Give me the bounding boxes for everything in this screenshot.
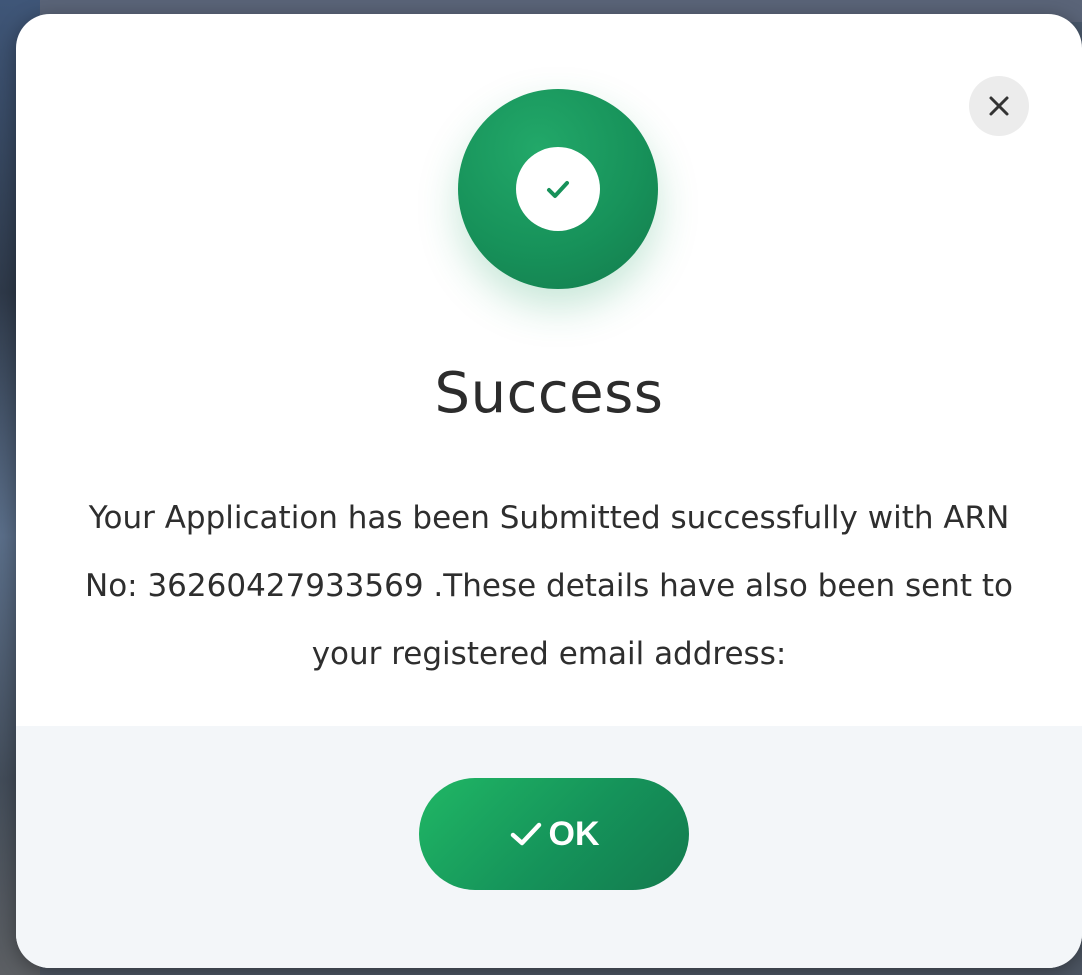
check-icon	[547, 181, 569, 198]
ok-button-label: OK	[548, 814, 600, 853]
check-icon	[509, 819, 543, 849]
close-button[interactable]	[969, 76, 1029, 136]
check-circle-icon	[516, 147, 600, 231]
dialog-message: Your Application has been Submitted succ…	[85, 500, 1013, 672]
success-dialog: Success Your Application has been Submit…	[16, 14, 1082, 968]
success-status-circle	[458, 89, 658, 289]
ok-button[interactable]: OK	[419, 778, 689, 890]
close-icon	[989, 96, 1009, 116]
dialog-title: Success	[434, 361, 664, 426]
